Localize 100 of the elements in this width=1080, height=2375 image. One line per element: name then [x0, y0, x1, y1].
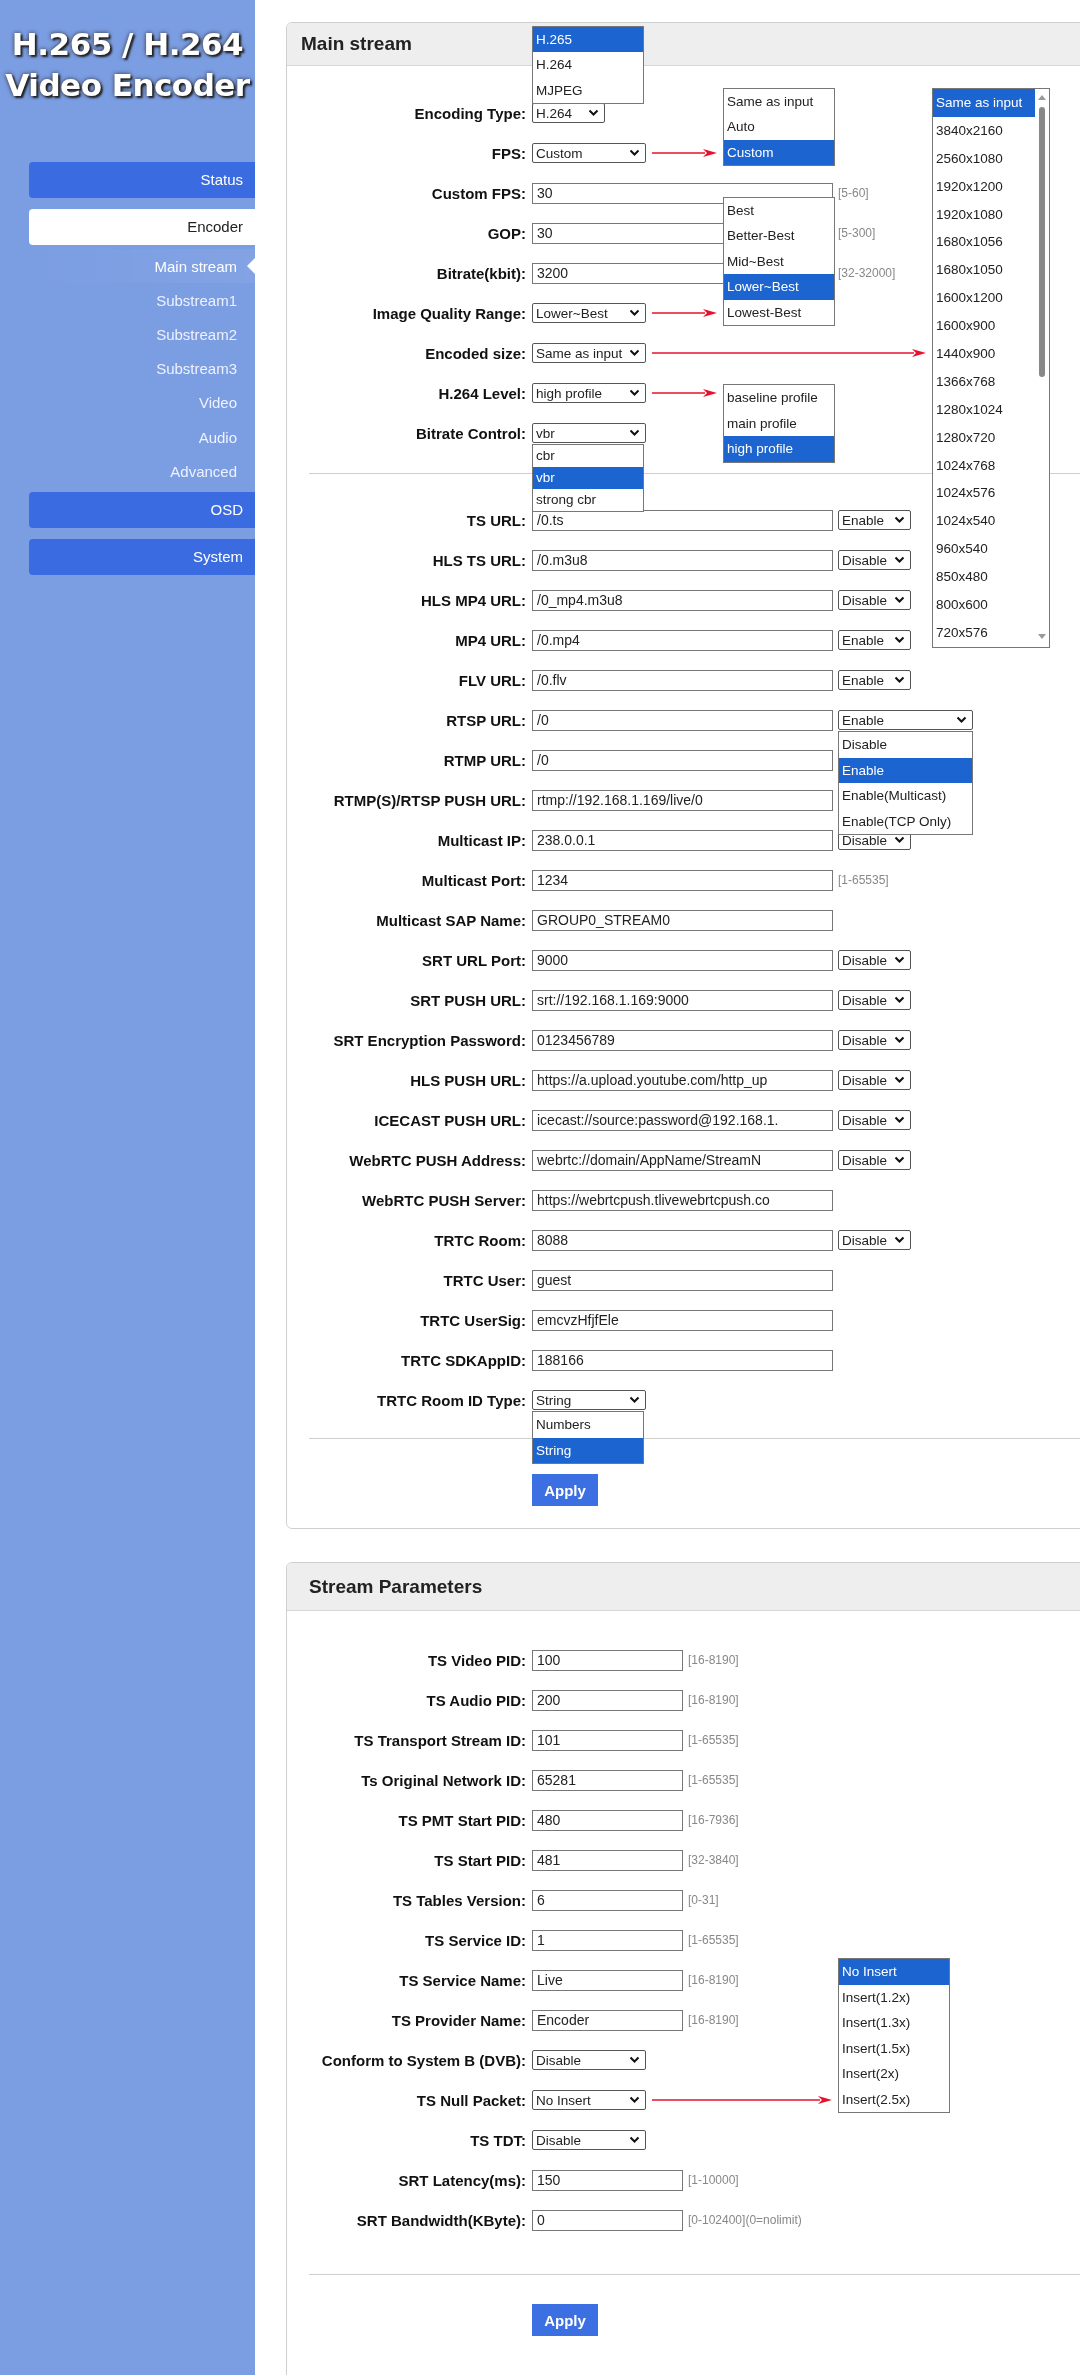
text-field[interactable]: 0: [532, 2209, 683, 2231]
dropdown-option[interactable]: 1600x900: [933, 312, 1035, 340]
dropdown-option[interactable]: cbr: [533, 445, 643, 467]
text-field[interactable]: 480: [532, 1809, 683, 1831]
text-field[interactable]: /0.m3u8: [532, 549, 833, 571]
dropdown-select[interactable]: Enable: [838, 510, 911, 530]
dropdown-option[interactable]: 1280x720: [933, 423, 1035, 452]
dropdown-option[interactable]: H.264: [533, 52, 643, 78]
dropdown-select[interactable]: Disable: [838, 950, 911, 970]
dropdown-option[interactable]: 1024x768: [933, 451, 1035, 480]
text-field[interactable]: /0.flv: [532, 669, 833, 691]
dropdown-select[interactable]: Enable: [838, 630, 911, 650]
dropdown-option[interactable]: 1920x1080: [933, 200, 1035, 229]
sidebar-item[interactable]: Status: [29, 162, 255, 198]
text-field[interactable]: 6: [532, 1889, 683, 1911]
text-field[interactable]: 238.0.0.1: [532, 829, 833, 851]
dropdown-option[interactable]: 1280x1024: [933, 395, 1035, 424]
text-field[interactable]: 8088: [532, 1229, 833, 1251]
dropdown-select[interactable]: Disable: [838, 1110, 911, 1130]
text-field[interactable]: /0.mp4: [532, 629, 833, 651]
dropdown-option[interactable]: 1366x768: [933, 367, 1035, 396]
dropdown-select[interactable]: Disable: [532, 2050, 646, 2070]
dropdown-option[interactable]: Same as input: [724, 88, 834, 114]
dropdown-option[interactable]: 800x600: [933, 591, 1035, 619]
dropdown-option[interactable]: Insert(2.5x): [839, 2086, 949, 2112]
text-field[interactable]: 150: [532, 2169, 683, 2191]
dropdown-option[interactable]: main profile: [724, 410, 834, 436]
sidebar-item[interactable]: Encoder: [29, 209, 255, 245]
dropdown-option[interactable]: high profile: [724, 436, 834, 462]
text-field[interactable]: https://webrtcpush.tlivewebrtcpush.co: [532, 1189, 833, 1211]
dropdown-option[interactable]: Lower~Best: [724, 274, 834, 300]
text-field[interactable]: rtmp://192.168.1.169/live/0: [532, 789, 833, 811]
text-field[interactable]: 1: [532, 1929, 683, 1951]
dropdown-select[interactable]: Disable: [838, 1150, 911, 1170]
text-field[interactable]: 188166: [532, 1349, 833, 1371]
text-field[interactable]: 100: [532, 1649, 683, 1671]
dropdown-select[interactable]: high profile: [532, 383, 646, 403]
text-field[interactable]: /0_mp4.m3u8: [532, 589, 833, 611]
dropdown-option[interactable]: Auto: [724, 114, 834, 140]
dropdown-select[interactable]: Enable: [838, 710, 973, 730]
text-field[interactable]: guest: [532, 1269, 833, 1291]
text-field[interactable]: 481: [532, 1849, 683, 1871]
text-field[interactable]: 1234: [532, 869, 833, 891]
sidebar-item[interactable]: OSD: [29, 492, 255, 529]
text-field[interactable]: emcvzHfjfEle: [532, 1309, 833, 1331]
dropdown-select[interactable]: Disable: [838, 1070, 911, 1090]
dropdown-select[interactable]: Lower~Best: [532, 303, 646, 323]
dropdown-option[interactable]: Insert(1.3x): [839, 2010, 949, 2036]
dropdown-select[interactable]: Disable: [838, 1230, 911, 1250]
dropdown-select[interactable]: Disable: [838, 1030, 911, 1050]
text-field[interactable]: /0: [532, 749, 833, 771]
text-field[interactable]: GROUP0_STREAM0: [532, 909, 833, 931]
dropdown-option[interactable]: Insert(1.5x): [839, 2035, 949, 2061]
text-field[interactable]: 65281: [532, 1769, 683, 1791]
dropdown-option[interactable]: 3840x2160: [933, 116, 1035, 145]
dropdown-select[interactable]: Custom: [532, 143, 646, 163]
dropdown-select[interactable]: vbr: [532, 423, 646, 443]
text-field[interactable]: 200: [532, 1689, 683, 1711]
dropdown-option[interactable]: Insert(1.2x): [839, 1984, 949, 2010]
dropdown-option[interactable]: Lowest-Best: [724, 299, 834, 325]
text-field[interactable]: 9000: [532, 949, 833, 971]
dropdown-option[interactable]: 850x480: [933, 563, 1035, 592]
dropdown-option[interactable]: 2560x1080: [933, 144, 1035, 173]
text-field[interactable]: 30: [532, 182, 833, 204]
text-field[interactable]: https://a.upload.youtube.com/http_up: [532, 1069, 833, 1091]
dropdown-select[interactable]: Same as input: [532, 343, 646, 363]
dropdown-option[interactable]: 1680x1050: [933, 256, 1035, 285]
text-field[interactable]: icecast://source:password@192.168.1.: [532, 1109, 833, 1131]
text-field[interactable]: /0.ts: [532, 509, 833, 531]
text-field[interactable]: Encoder: [532, 2009, 683, 2031]
dropdown-option[interactable]: Insert(2x): [839, 2061, 949, 2087]
dropdown-option[interactable]: 1680x1056: [933, 228, 1035, 257]
dropdown-select[interactable]: String: [532, 1390, 646, 1410]
text-field[interactable]: 0123456789: [532, 1029, 833, 1051]
text-field[interactable]: webrtc://domain/AppName/StreamN: [532, 1149, 833, 1171]
dropdown-option[interactable]: Enable: [839, 757, 972, 783]
dropdown-option[interactable]: 1024x540: [933, 507, 1035, 536]
dropdown-option[interactable]: 1920x1200: [933, 172, 1035, 201]
dropdown-option[interactable]: 1024x576: [933, 479, 1035, 508]
dropdown-option[interactable]: Enable(Multicast): [839, 783, 972, 809]
dropdown-option[interactable]: 1600x1200: [933, 284, 1035, 313]
dropdown-option[interactable]: Disable: [839, 732, 972, 758]
text-field[interactable]: 101: [532, 1729, 683, 1751]
dropdown-option[interactable]: baseline profile: [724, 385, 834, 411]
apply-button[interactable]: Apply: [532, 1474, 598, 1506]
dropdown-option[interactable]: H.265: [533, 26, 643, 52]
text-field[interactable]: srt://192.168.1.169:9000: [532, 989, 833, 1011]
dropdown-select[interactable]: Disable: [838, 550, 911, 570]
apply-button[interactable]: Apply: [532, 2304, 598, 2336]
dropdown-select[interactable]: Disable: [838, 590, 911, 610]
dropdown-option[interactable]: vbr: [533, 467, 643, 489]
dropdown-option[interactable]: Same as input: [933, 89, 1035, 117]
dropdown-option[interactable]: Custom: [724, 139, 834, 165]
dropdown-select[interactable]: Enable: [838, 670, 911, 690]
dropdown-select[interactable]: Disable: [532, 2130, 646, 2150]
dropdown-option[interactable]: 720x576: [933, 618, 1035, 647]
text-field[interactable]: /0: [532, 709, 833, 731]
dropdown-option[interactable]: String: [533, 1437, 643, 1463]
dropdown-option[interactable]: 1440x900: [933, 340, 1035, 368]
sidebar-item[interactable]: System: [29, 539, 255, 576]
